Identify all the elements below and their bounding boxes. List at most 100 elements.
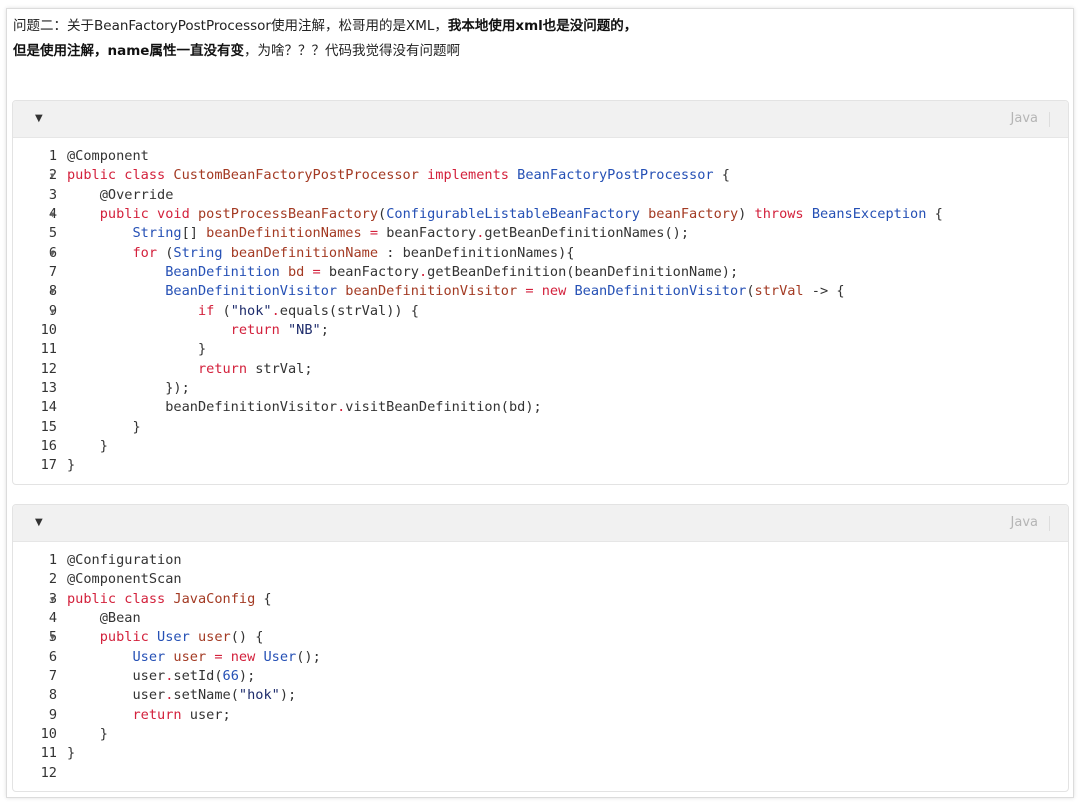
code-token: ( (378, 205, 387, 222)
code-token: ConfigurableListableBeanFactory (386, 205, 649, 222)
caret-down-icon[interactable]: ▼ (35, 113, 43, 124)
line-number: 17 (40, 457, 57, 474)
code-token: for (67, 244, 166, 261)
chevron-down-icon[interactable]: ▼ (50, 244, 55, 263)
code-text: } (67, 725, 108, 744)
chevron-down-icon[interactable]: ▼ (50, 282, 55, 301)
code-token: ; (320, 321, 329, 338)
code-token: new (230, 648, 264, 665)
code-line: 16 } (13, 437, 1068, 456)
code-token: BeansException (811, 205, 927, 222)
code-token: if (67, 302, 223, 319)
code-text: } (67, 437, 108, 456)
code-token: = (312, 263, 321, 280)
code-token: { (713, 167, 730, 184)
code-token: public class (67, 167, 174, 184)
code-token: strVal (754, 283, 804, 300)
code-line: 8 ▼ BeanDefinitionVisitor beanDefinitionV… (13, 282, 1068, 301)
code-token: } (67, 725, 108, 742)
code-token: JavaConfig (173, 590, 256, 607)
code-token: getBeanDefinitionNames(); (484, 225, 690, 242)
code-token: getBeanDefinition(beanDefinitionName); (427, 263, 739, 280)
code-token: } (67, 341, 207, 358)
code-token: beanDefinitionVisitor (345, 283, 526, 300)
code-block-header: ▼ Java (13, 101, 1068, 138)
code-text: BeanDefinitionVisitor beanDefinitionVisi… (67, 282, 844, 301)
chevron-down-icon[interactable]: ▼ (50, 628, 55, 647)
code-token: { (255, 590, 272, 607)
line-number: 8 (48, 687, 57, 704)
code-token: @ComponentScan (67, 571, 182, 588)
code-line: 2 ▼ public class CustomBeanFactoryPostProc… (13, 166, 1068, 185)
code-line: 11} (13, 744, 1068, 763)
line-number: 9 (48, 706, 57, 723)
code-token: new (541, 283, 575, 300)
code-token: = (525, 283, 542, 300)
code-line: 12 (13, 764, 1068, 783)
caret-down-icon[interactable]: ▼ (35, 517, 43, 528)
chevron-down-icon[interactable]: ▼ (50, 590, 55, 609)
code-text: String[] beanDefinitionNames = beanFacto… (67, 224, 689, 243)
code-token: User (157, 629, 198, 646)
code-line: 9 return user; (13, 706, 1068, 725)
line-number: 14 (40, 399, 57, 416)
code-token: }); (67, 379, 190, 396)
code-line: 14 beanDefinitionVisitor.visitBeanDefini… (13, 398, 1068, 417)
line-number: 5 (48, 225, 57, 242)
line-number: 6 (48, 648, 57, 665)
code-token: beanFactory (320, 263, 419, 280)
code-token: ) (738, 205, 755, 222)
code-token: @Override (67, 186, 174, 203)
line-number: 13 (40, 379, 57, 396)
code-token: @Bean (67, 609, 141, 626)
code-token: user (67, 667, 166, 684)
code-token: } (67, 418, 141, 435)
code-line: 4 @Bean (13, 609, 1068, 628)
code-token: return (67, 321, 288, 338)
code-text: BeanDefinition bd = beanFactory.getBeanD… (67, 263, 738, 282)
code-token: "hok" (230, 302, 272, 319)
code-line: 2 @ComponentScan (13, 570, 1068, 589)
code-text: user.setId(66); (67, 667, 255, 686)
code-text: @Override (67, 186, 174, 205)
code-text: } (67, 456, 75, 475)
code-line: 1 @Component (13, 147, 1068, 166)
code-token: @Configuration (67, 552, 182, 568)
code-line: 7 BeanDefinition bd = beanFactory.getBea… (13, 263, 1068, 282)
code-text: @Bean (67, 609, 141, 628)
code-body[interactable]: 1 @Configuration 2 @ComponentScan 3 ▼ public c… (13, 542, 1068, 783)
code-token: = (214, 648, 231, 665)
code-text: } (67, 340, 206, 359)
chevron-down-icon[interactable]: ▼ (50, 205, 55, 224)
language-label[interactable]: Java (1011, 515, 1038, 530)
code-text: @ComponentScan (67, 570, 182, 589)
code-token: : beanDefinitionNames){ (386, 244, 575, 261)
code-text: return strVal; (67, 360, 313, 379)
chevron-down-icon[interactable]: ▼ (50, 166, 55, 185)
language-label[interactable]: Java (1011, 111, 1038, 126)
question-text: 问题二：关于BeanFactoryPostProcessor使用注解，松哥用的是… (13, 14, 637, 64)
chevron-down-icon[interactable]: ▼ (50, 302, 55, 321)
code-line: 10 return "NB"; (13, 321, 1068, 340)
code-token: user (197, 629, 231, 646)
code-token: [] (181, 225, 207, 242)
code-text: public void postProcessBeanFactory(Confi… (67, 205, 943, 224)
line-number: 16 (40, 437, 57, 454)
code-line: 3 @Override (13, 186, 1068, 205)
line-number: 7 (48, 667, 57, 684)
code-token: user; (189, 706, 231, 723)
code-token: postProcessBeanFactory (197, 205, 379, 222)
code-text: for (String beanDefinitionName : beanDef… (67, 244, 574, 263)
code-token: "hok" (238, 687, 280, 704)
code-text: return user; (67, 706, 231, 725)
code-token: user (67, 687, 166, 704)
code-body[interactable]: 1 @Component 2 ▼ public class CustomBeanFact… (13, 138, 1068, 476)
code-text: User user = new User(); (67, 648, 320, 667)
code-text: } (67, 744, 75, 763)
code-text: @Configuration (67, 551, 182, 570)
code-token: @Component (67, 148, 149, 164)
line-number: 12 (40, 764, 57, 781)
code-token: setName( (173, 687, 239, 704)
code-block-1: ▼ Java 1 @Component 2 ▼ public class CustomB… (12, 100, 1069, 485)
code-token: visitBeanDefinition(bd); (345, 399, 542, 416)
